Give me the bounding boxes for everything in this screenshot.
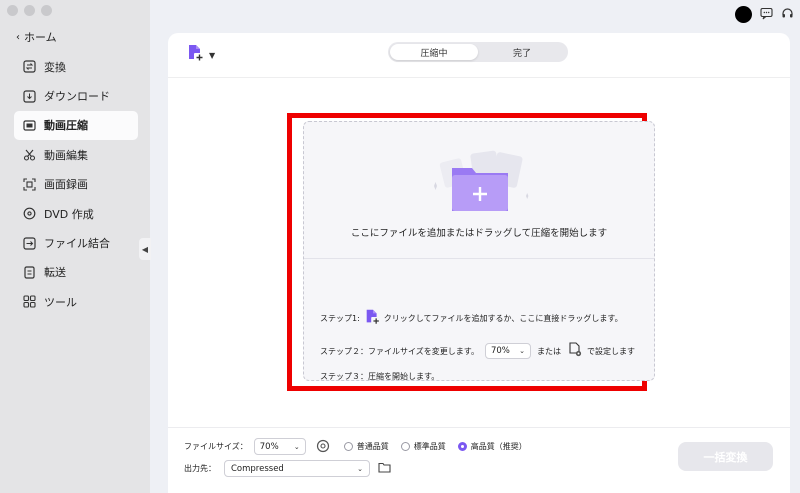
merge-icon [22, 236, 36, 250]
sidebar: ‹ ホーム 変換 ダウンロード 動画圧縮 動画編集 画面録画 DVD 作成 ファ… [0, 0, 150, 493]
message-icon[interactable] [760, 5, 773, 24]
chevron-down-icon: ⌄ [357, 464, 363, 473]
step-2-size-select[interactable]: 70% ⌄ [484, 343, 531, 359]
step-1-text: クリックしてファイルを追加するか、ここに直接ドラッグします。 [383, 313, 623, 323]
quality-high-radio[interactable]: 高品質（推奨） [457, 441, 527, 452]
footer-divider [168, 427, 790, 428]
avatar[interactable] [735, 6, 752, 23]
minimize-window-button[interactable] [24, 5, 35, 16]
output-label: 出力先： [184, 464, 216, 473]
sidebar-nav: 変換 ダウンロード 動画圧縮 動画編集 画面録画 DVD 作成 ファイル結合 転… [14, 52, 138, 317]
sidebar-item-screen-record[interactable]: 画面録画 [14, 170, 138, 199]
file-size-select[interactable]: 70% ⌄ [253, 438, 306, 455]
sidebar-item-tools[interactable]: ツール [14, 287, 138, 316]
sidebar-item-label: ツール [44, 295, 77, 309]
quality-high-label: 高品質（推奨） [470, 442, 527, 451]
status-tabs: 圧縮中 完了 [388, 42, 568, 62]
step-2-text: ステップ２：ファイルサイズを変更します。 [320, 346, 479, 356]
sidebar-item-label: ファイル結合 [44, 237, 110, 251]
compress-icon [22, 118, 36, 132]
step-2-or: または [536, 346, 561, 356]
dvd-icon [22, 207, 36, 221]
add-file-button[interactable]: ▼ [186, 43, 215, 67]
step-3-text: ステップ３：圧縮を開始します。 [320, 372, 440, 381]
step-1: ステップ1: クリックしてファイルを追加するか、ここに直接ドラッグします。 [320, 308, 623, 328]
output-folder-value: Compressed [231, 463, 284, 474]
quality-normal-label: 普通品質 [356, 442, 389, 451]
quality-standard-radio[interactable]: 標準品質 [400, 441, 446, 452]
file-size-row: ファイルサイズ： 70% ⌄ 普通品質 標準品質 高品質（推奨） [184, 438, 527, 455]
chevron-left-icon: ‹ [16, 31, 20, 43]
chevron-down-icon: ▼ [209, 50, 216, 60]
tab-done[interactable]: 完了 [478, 44, 566, 60]
add-file-icon[interactable] [364, 308, 382, 328]
main-panel: ▼ 圧縮中 完了 ここにファイルを追加またはドラッグして圧縮を開始します ステッ… [168, 33, 790, 493]
chevron-down-icon: ⌄ [293, 442, 300, 451]
headset-icon[interactable] [781, 5, 794, 24]
sidebar-item-label: 動画圧縮 [44, 119, 88, 133]
zoom-window-button[interactable] [41, 5, 52, 16]
add-file-icon [186, 43, 206, 67]
sidebar-item-convert[interactable]: 変換 [14, 52, 138, 81]
step-2-suffix: で設定します [586, 346, 635, 356]
sidebar-item-label: ダウンロード [44, 90, 110, 104]
sidebar-item-compress[interactable]: 動画圧縮 [14, 110, 138, 141]
quality-normal-radio[interactable]: 普通品質 [343, 441, 389, 452]
sidebar-item-label: 動画編集 [44, 148, 88, 162]
sidebar-item-transfer[interactable]: 転送 [14, 258, 138, 287]
chevron-left-icon: ◀ [141, 244, 149, 254]
close-window-button[interactable] [7, 5, 18, 16]
tools-icon [22, 295, 36, 309]
top-right-icons [735, 5, 794, 24]
file-size-value: 70% [259, 441, 279, 452]
tab-compressing[interactable]: 圧縮中 [390, 44, 478, 60]
drop-zone-divider [304, 258, 654, 259]
drop-zone[interactable]: ここにファイルを追加またはドラッグして圧縮を開始します ステップ1: クリックし… [303, 121, 655, 381]
radio-dot [400, 442, 410, 451]
sidebar-item-label: DVD 作成 [44, 207, 94, 221]
home-link[interactable]: ‹ ホーム [16, 29, 57, 45]
window-controls [7, 5, 52, 16]
sidebar-item-merge[interactable]: ファイル結合 [14, 228, 138, 257]
sidebar-item-label: 画面録画 [44, 178, 88, 192]
screen-record-icon [22, 177, 36, 191]
scissors-icon [22, 148, 36, 162]
output-row: 出力先： Compressed ⌄ [184, 460, 391, 477]
drop-hint-text: ここにファイルを追加またはドラッグして圧縮を開始します [350, 228, 608, 239]
radio-dot-checked [457, 442, 467, 451]
header-divider [168, 77, 790, 78]
download-icon [22, 89, 36, 103]
chevron-down-icon: ⌄ [519, 347, 525, 355]
folder-icon[interactable] [378, 462, 391, 475]
quality-standard-label: 標準品質 [413, 442, 446, 451]
sidebar-item-dvd[interactable]: DVD 作成 [14, 199, 138, 228]
step-2: ステップ２：ファイルサイズを変更します。 70% ⌄ または で設定します [320, 342, 635, 360]
sidebar-item-edit[interactable]: 動画編集 [14, 140, 138, 169]
radio-dot [343, 442, 353, 451]
sidebar-item-label: 転送 [44, 266, 66, 280]
step-1-prefix: ステップ1: [320, 313, 360, 323]
folder-add-illustration [434, 150, 529, 211]
sidebar-collapse-button[interactable]: ◀ [139, 238, 151, 260]
convert-all-button[interactable]: 一括変換 [678, 442, 773, 471]
home-label: ホーム [24, 31, 57, 44]
step-2-size-value: 70% [490, 346, 510, 356]
sidebar-item-download[interactable]: ダウンロード [14, 81, 138, 110]
settings-icon[interactable] [567, 342, 583, 360]
file-size-label: ファイルサイズ： [184, 442, 248, 451]
step-3: ステップ３：圧縮を開始します。 [320, 371, 439, 382]
convert-icon [22, 60, 36, 74]
transfer-icon [22, 265, 36, 279]
file-settings-icon[interactable] [316, 439, 330, 455]
output-folder-select[interactable]: Compressed ⌄ [224, 460, 370, 477]
sidebar-item-label: 変換 [44, 60, 66, 74]
